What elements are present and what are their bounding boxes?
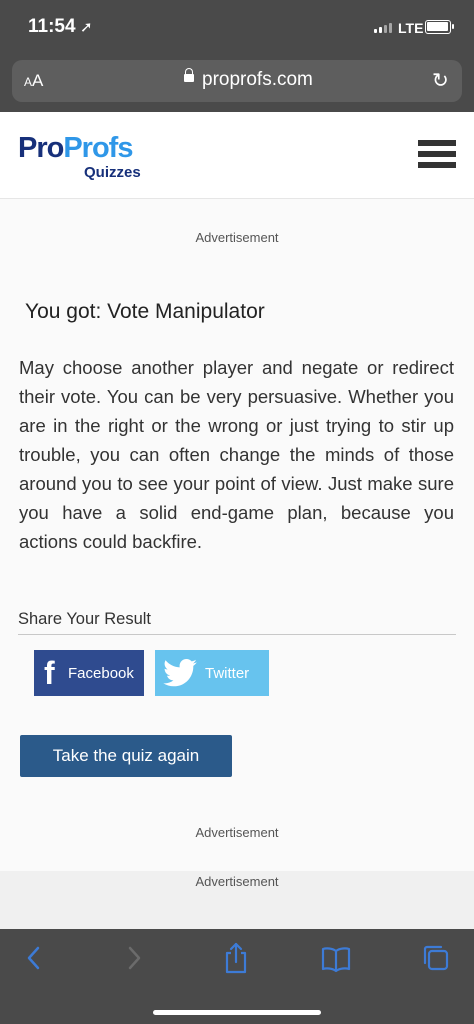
facebook-share-button[interactable]: f Facebook [34, 650, 144, 696]
twitter-label: Twitter [205, 664, 250, 682]
url-domain[interactable]: proprofs.com [202, 69, 313, 91]
site-header: ProProfs Quizzes [0, 112, 474, 199]
twitter-bird-icon [163, 659, 197, 687]
status-bar: 11:54 ➚ LTE [0, 0, 474, 56]
location-arrow-icon: ➚ [80, 19, 93, 36]
advertisement-label: Advertisement [195, 874, 279, 889]
advertisement-band: Advertisement [0, 871, 474, 929]
take-quiz-again-button[interactable]: Take the quiz again [20, 735, 232, 777]
forward-icon [128, 946, 141, 970]
result-title: You got: Vote Manipulator [25, 300, 265, 323]
text-size-button[interactable]: AAAA [24, 71, 43, 91]
facebook-icon: f [44, 654, 55, 691]
hamburger-menu-icon[interactable] [418, 140, 456, 172]
facebook-label: Facebook [68, 664, 134, 682]
logo-pro: Pro [18, 132, 64, 164]
status-time: 11:54 [28, 16, 76, 37]
battery-icon [425, 20, 454, 34]
result-description: May choose another player and negate or … [19, 357, 454, 552]
advertisement-label: Advertisement [195, 825, 279, 840]
share-icon[interactable] [221, 941, 251, 975]
tabs-icon[interactable] [421, 943, 451, 973]
back-icon[interactable] [22, 943, 46, 973]
address-bar[interactable]: AAAA proprofs.com ↻ [12, 60, 462, 102]
share-divider [18, 634, 456, 635]
share-title: Share Your Result [18, 610, 152, 628]
home-indicator [153, 1010, 321, 1015]
browser-address-area: AAAA proprofs.com ↻ [0, 56, 474, 112]
network-type: LTE [398, 20, 424, 36]
proprofs-logo[interactable]: ProProfs Quizzes [18, 132, 141, 181]
bookmarks-icon[interactable] [320, 943, 352, 973]
signal-strength-icon [374, 23, 392, 33]
result-content: Advertisement You got: Vote Manipulator … [0, 199, 474, 871]
lock-icon [184, 68, 194, 82]
reload-icon[interactable]: ↻ [432, 68, 449, 93]
advertisement-label: Advertisement [195, 230, 279, 245]
twitter-share-button[interactable]: Twitter [155, 650, 269, 696]
logo-quizzes: Quizzes [84, 164, 141, 181]
logo-profs: Profs [63, 132, 133, 164]
